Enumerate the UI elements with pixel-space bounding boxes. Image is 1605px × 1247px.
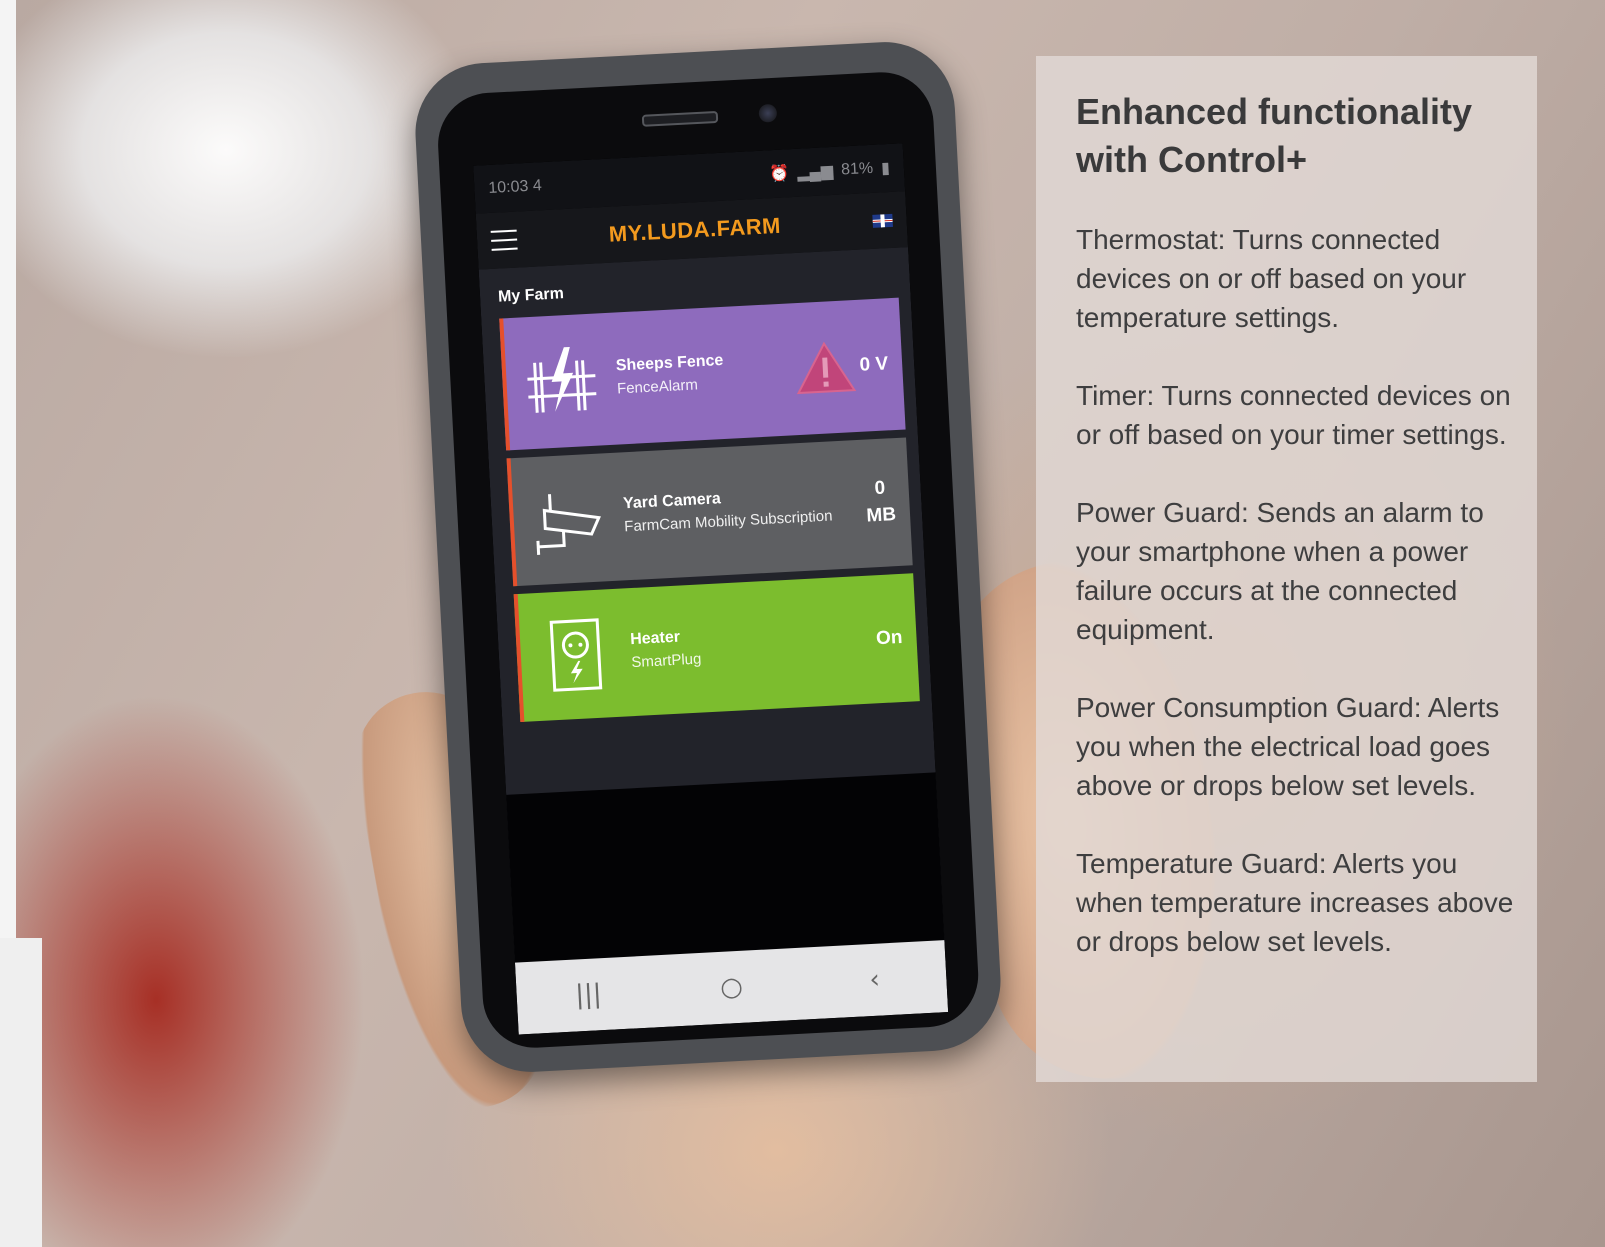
device-card-sheeps-fence[interactable]: Sheeps Fence FenceAlarm 0 V bbox=[499, 297, 906, 451]
card-value: 0 MB bbox=[864, 476, 897, 531]
menu-icon[interactable] bbox=[490, 229, 518, 251]
card-value: 0 V bbox=[859, 353, 889, 376]
front-camera bbox=[758, 103, 778, 123]
device-card-yard-camera[interactable]: Yard Camera FarmCam Mobility Subscriptio… bbox=[506, 437, 913, 587]
info-title: Enhanced functionality with Control+ bbox=[1076, 91, 1473, 180]
phone-speaker bbox=[641, 110, 719, 127]
status-time: 10:03 4 bbox=[487, 177, 543, 197]
thermostat-description: Thermostat: Turns connected devices on o… bbox=[1076, 224, 1467, 333]
alarm-icon: ⏰ bbox=[768, 165, 790, 184]
card-text: Heater SmartPlug bbox=[630, 618, 877, 673]
uk-flag-icon[interactable] bbox=[872, 213, 893, 228]
power-consumption-guard-description: Power Consumption Guard: Alerts you when… bbox=[1076, 692, 1500, 801]
camera-icon bbox=[522, 472, 617, 567]
fence-icon bbox=[514, 334, 609, 429]
phone-screen: 10:03 4 ⏰ ▂▄▆ 81% ▮ MY.LUDA.FARM My Farm bbox=[473, 143, 949, 1035]
data-usage-number: 0 bbox=[874, 478, 886, 500]
signal-icon: ▂▄▆ bbox=[796, 162, 834, 182]
info-body: Thermostat: Turns connected devices on o… bbox=[1076, 220, 1516, 1000]
smartplug-icon bbox=[529, 608, 624, 703]
card-value: On bbox=[875, 626, 904, 650]
info-panel: Enhanced functionality with Control+ The… bbox=[1036, 56, 1537, 1082]
temperature-guard-description: Temperature Guard: Alerts you when tempe… bbox=[1076, 848, 1514, 957]
card-subtitle: FenceAlarm bbox=[616, 376, 699, 398]
battery-percentage: 81% bbox=[840, 159, 874, 179]
warning-icon bbox=[797, 341, 857, 395]
app-brand: MY.LUDA.FARM bbox=[608, 212, 782, 247]
data-usage-unit: MB bbox=[865, 504, 897, 527]
recent-apps-button[interactable]: ||| bbox=[567, 974, 609, 1016]
app-content: My Farm Sheeps Fence FenceAlarm 0 V Yard… bbox=[478, 247, 949, 1035]
status-indicators: ⏰ ▂▄▆ 81% ▮ bbox=[769, 158, 891, 184]
power-guard-description: Power Guard: Sends an alarm to your smar… bbox=[1076, 497, 1484, 645]
smartphone: 10:03 4 ⏰ ▂▄▆ 81% ▮ MY.LUDA.FARM My Farm bbox=[411, 38, 1005, 1076]
device-card-heater[interactable]: Heater SmartPlug On bbox=[513, 573, 920, 723]
bottom-left-panel bbox=[0, 938, 42, 1247]
battery-icon: ▮ bbox=[880, 159, 891, 178]
card-text: Sheeps Fence FenceAlarm bbox=[615, 348, 796, 400]
timer-description: Timer: Turns connected devices on or off… bbox=[1076, 380, 1511, 450]
phone-front: 10:03 4 ⏰ ▂▄▆ 81% ▮ MY.LUDA.FARM My Farm bbox=[435, 69, 981, 1051]
home-button[interactable]: ○ bbox=[711, 966, 753, 1008]
card-text: Yard Camera FarmCam Mobility Subscriptio… bbox=[623, 483, 867, 538]
back-button[interactable]: ‹ bbox=[854, 959, 896, 1001]
